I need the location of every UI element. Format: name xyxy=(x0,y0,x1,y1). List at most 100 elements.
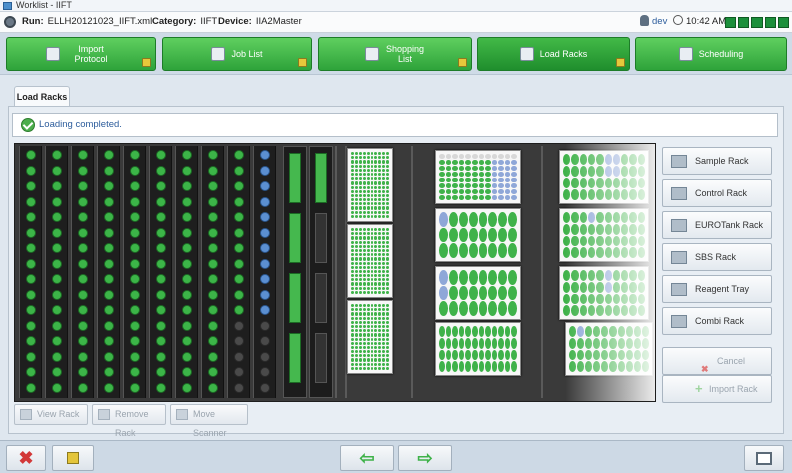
sample-tube-strip[interactable] xyxy=(201,146,224,398)
sample-tube-strip[interactable] xyxy=(253,146,276,398)
tube-position xyxy=(52,258,62,269)
sample-tube-strip[interactable] xyxy=(175,146,198,398)
tube-position xyxy=(234,243,244,253)
sample-tube-strip[interactable] xyxy=(19,146,42,398)
tab-label: Import Protocol xyxy=(74,44,108,64)
close-x-icon: ✖ xyxy=(18,447,34,468)
tube-position xyxy=(156,181,166,191)
tube-position xyxy=(208,227,218,238)
tube-position xyxy=(52,367,62,377)
move-scanner-button[interactable]: Move Scanner xyxy=(170,404,248,438)
sample-tube-strip[interactable] xyxy=(149,146,172,398)
user-name: dev xyxy=(652,16,668,27)
tube-position xyxy=(130,258,140,269)
tube-position xyxy=(208,320,218,331)
sample-tube-strip[interactable] xyxy=(71,146,94,398)
tube-position xyxy=(78,367,88,377)
device-value: IIA2Master xyxy=(255,16,302,27)
deck-divider xyxy=(541,146,543,398)
tube-position xyxy=(182,382,192,393)
import-rack-button[interactable]: + Import Rack xyxy=(662,375,772,403)
button-label: Combi Rack xyxy=(695,316,745,326)
button-label: Control Rack xyxy=(695,188,748,198)
view-rack-button[interactable]: View Rack xyxy=(14,404,88,425)
reagent-tray[interactable] xyxy=(435,266,521,320)
tube-position xyxy=(234,227,244,238)
tube-position xyxy=(260,382,270,393)
tube-position xyxy=(104,196,114,207)
reagent-trough xyxy=(283,146,307,398)
tube-position xyxy=(130,181,140,191)
tube-position xyxy=(78,212,88,222)
tube-position xyxy=(156,336,166,346)
tab-scheduling[interactable]: Scheduling xyxy=(635,37,787,71)
category-info: Category: IIFT xyxy=(152,12,217,32)
tab-label: Shopping List xyxy=(385,44,425,64)
close-button[interactable]: ✖ xyxy=(6,445,46,471)
tube-position xyxy=(78,305,88,315)
tube-position xyxy=(104,336,114,346)
trough-slot xyxy=(289,153,301,203)
eurotank-rack-button[interactable]: EUROTank Rack xyxy=(662,211,772,239)
tab-label: Scheduling xyxy=(698,49,744,59)
combi-rack-button[interactable]: Combi Rack xyxy=(662,307,772,335)
microplate[interactable] xyxy=(347,300,393,374)
tube-position xyxy=(208,196,218,207)
reagent-tray[interactable] xyxy=(435,322,521,376)
tube-position xyxy=(78,196,88,207)
back-button[interactable]: ⇦ xyxy=(340,445,394,471)
tube-position xyxy=(130,305,140,315)
tube-position xyxy=(130,336,140,346)
tab-import-protocol[interactable]: Import Protocol xyxy=(6,37,156,71)
tab-job-list[interactable]: Job List xyxy=(162,37,312,71)
button-label: Sample Rack xyxy=(695,156,749,166)
tab-load-racks[interactable]: Load Racks xyxy=(477,37,630,71)
lock-icon xyxy=(458,58,467,67)
well-grid xyxy=(439,326,517,372)
tube-position xyxy=(78,150,88,160)
tube-position xyxy=(156,258,166,269)
tube-position xyxy=(182,181,192,191)
tab-shopping-list[interactable]: Shopping List xyxy=(318,37,472,71)
remove-rack-button[interactable]: Remove Rack xyxy=(92,404,166,438)
tube-position xyxy=(130,165,140,176)
reagent-tray-rack-button[interactable]: Reagent Tray Rack xyxy=(662,275,772,320)
sbs-rack-button[interactable]: SBS Rack xyxy=(662,243,772,271)
tube-position xyxy=(156,382,166,393)
tube-position xyxy=(156,165,166,176)
tube-position xyxy=(52,165,62,176)
microplate[interactable] xyxy=(435,150,521,204)
tab-label: Job List xyxy=(231,49,263,59)
user-info[interactable]: dev xyxy=(640,12,667,32)
instrument-deck[interactable] xyxy=(14,143,656,402)
sample-tube-strip[interactable] xyxy=(97,146,120,398)
next-button[interactable]: ⇨ xyxy=(398,445,452,471)
microplate[interactable] xyxy=(347,224,393,298)
tube-position xyxy=(26,227,36,238)
tube-position xyxy=(156,212,166,222)
tube-position xyxy=(104,243,114,253)
tube-position xyxy=(260,351,270,362)
reagent-tray[interactable] xyxy=(435,208,521,262)
plus-icon: + xyxy=(695,381,703,396)
tube-position xyxy=(260,320,270,331)
cancel-button[interactable]: ✖ Cancel xyxy=(662,347,772,375)
microplate[interactable] xyxy=(347,148,393,222)
rack-icon xyxy=(671,283,687,296)
sample-rack-button[interactable]: Sample Rack xyxy=(662,147,772,175)
app-icon xyxy=(3,2,12,10)
lock-button[interactable] xyxy=(52,445,94,471)
sample-tube-strip[interactable] xyxy=(123,146,146,398)
sample-tube-strip[interactable] xyxy=(45,146,68,398)
tube-position xyxy=(208,305,218,315)
button-label: Import Rack xyxy=(709,384,758,394)
sample-tube-strip[interactable] xyxy=(227,146,250,398)
well-grid xyxy=(439,154,517,200)
control-rack-button[interactable]: Control Rack xyxy=(662,179,772,207)
button-label: Cancel xyxy=(717,356,746,366)
tube-position xyxy=(130,212,140,222)
window-mode-button[interactable] xyxy=(744,445,784,471)
tube-position xyxy=(52,196,62,207)
settings-gear-icon[interactable] xyxy=(4,16,16,28)
tube-position xyxy=(52,320,62,331)
